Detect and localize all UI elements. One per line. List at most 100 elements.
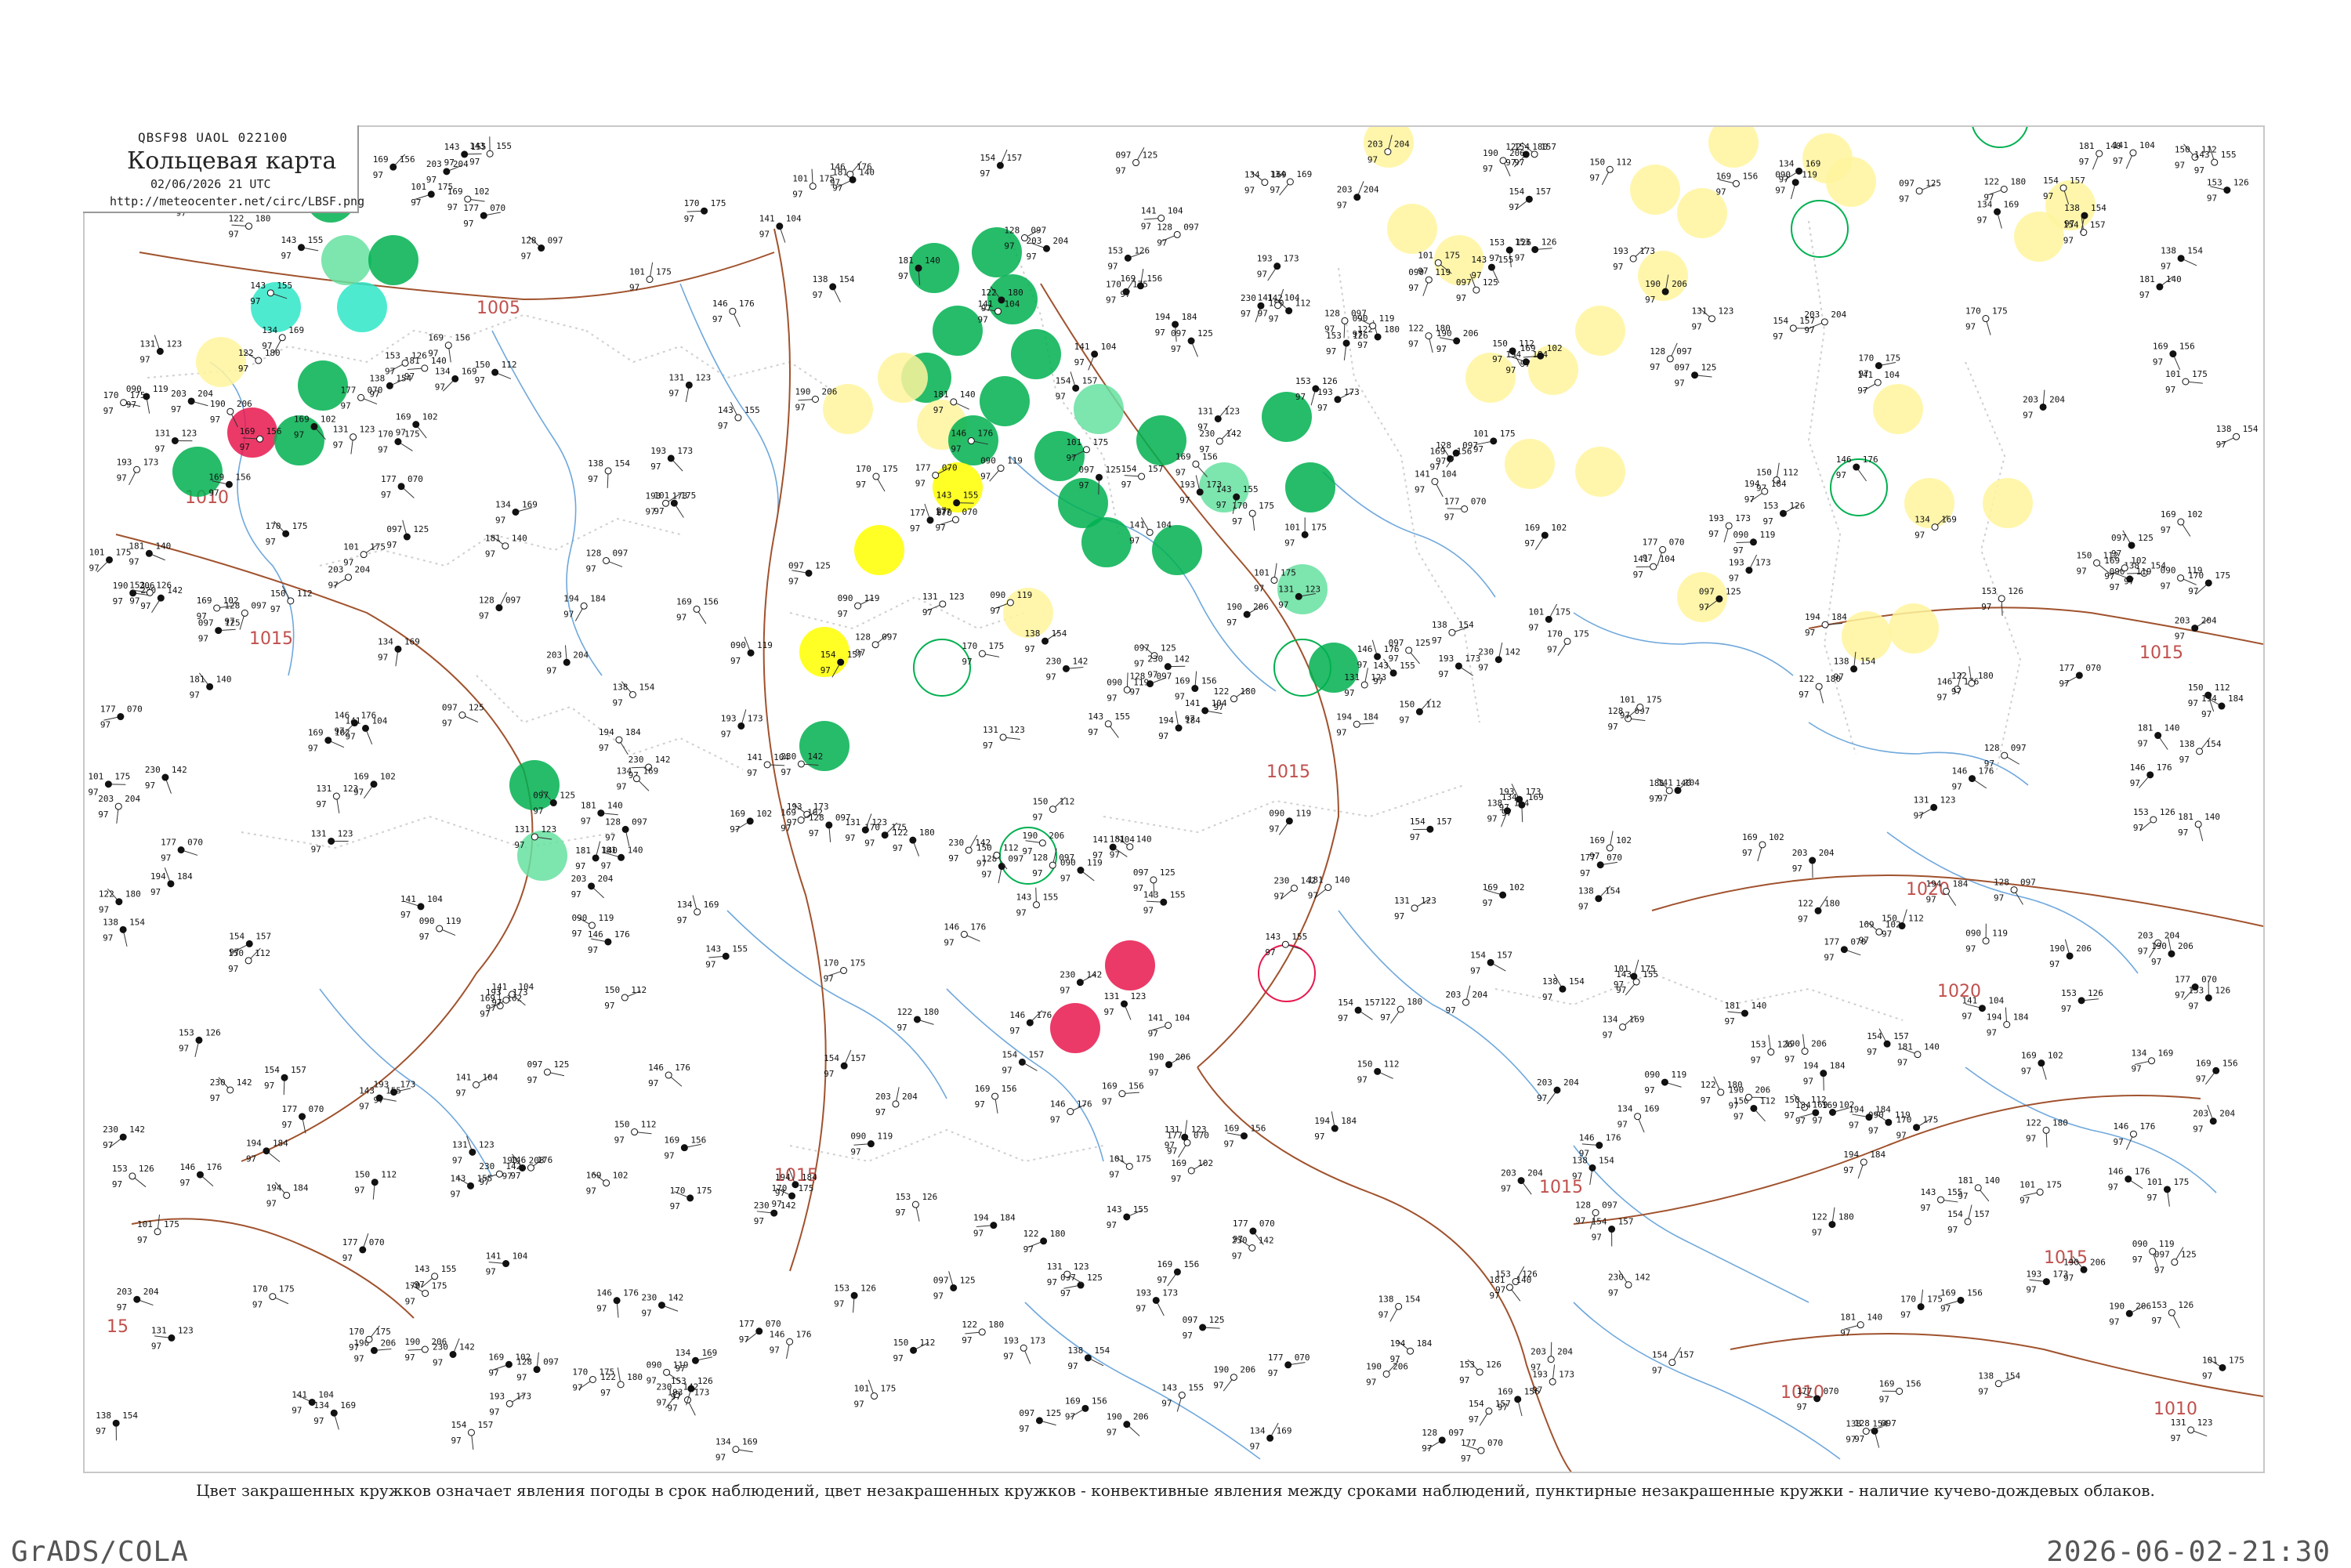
station-marker: [487, 150, 493, 157]
station-temp: 203: [171, 389, 187, 399]
station-dew: 97: [2161, 525, 2171, 535]
station-marker: [1291, 885, 1297, 891]
station-temp: 230: [1232, 1236, 1248, 1246]
map-url[interactable]: http://meteocenter.net/circ/LBSF.png: [110, 194, 364, 208]
station-marker: [1158, 215, 1165, 221]
station-marker: [1078, 867, 1084, 874]
station-dew: 97: [89, 563, 99, 573]
station-marker: [1286, 818, 1292, 824]
station-temp: 150: [604, 985, 620, 995]
station-temp: 193: [1179, 480, 1195, 490]
station-pressure: 104: [1988, 996, 2004, 1006]
station-dew: 97: [1107, 1428, 1117, 1438]
station-pressure: 169: [462, 366, 477, 376]
station-temp: 143: [415, 1264, 430, 1274]
station-pressure: 184: [1532, 349, 1548, 360]
station-temp: 154: [820, 650, 836, 660]
station-temp: 194: [1158, 715, 1174, 726]
station-dew: 97: [962, 657, 972, 667]
weather-circle: [980, 376, 1030, 426]
station-temp: 101: [2202, 1355, 2218, 1365]
station-temp: 097: [386, 524, 402, 534]
station-temp: 177: [100, 704, 116, 715]
station-dew: 97: [1232, 1251, 1242, 1262]
station-temp: 169: [373, 154, 389, 165]
station-temp: 143: [250, 281, 266, 291]
station-marker: [1197, 489, 1203, 495]
station-dew: 97: [1456, 293, 1466, 303]
station-pressure: 119: [1007, 456, 1023, 466]
station-marker: [1019, 1059, 1025, 1065]
station-marker: [120, 926, 126, 932]
station-dew: 97: [1798, 914, 1808, 924]
station-dew: 97: [1109, 1169, 1119, 1179]
station-temp: 203: [2138, 930, 2154, 940]
station-dew: 97: [915, 478, 926, 488]
station-pressure: 206: [529, 1155, 545, 1165]
station-dew: 97: [1025, 644, 1035, 654]
station-marker: [503, 997, 509, 1003]
station-plot: 12218097: [962, 1320, 1004, 1345]
station-temp: 150: [2175, 145, 2190, 155]
station-marker: [1716, 596, 1722, 602]
station-dew: 97: [1899, 194, 1909, 205]
station-pressure: 155: [2221, 150, 2237, 160]
station-dew: 97: [1542, 992, 1552, 1002]
station-pressure: 173: [1284, 254, 1299, 264]
station-marker: [288, 598, 294, 604]
station-plot: 12218097: [1812, 1208, 1854, 1238]
station-marker: [1816, 683, 1822, 690]
station-marker: [311, 423, 317, 429]
station-marker: [154, 1229, 161, 1235]
station-marker: [1914, 1124, 1920, 1131]
station-plot: 13112397: [333, 425, 375, 454]
station-plot: 16915697: [664, 1135, 706, 1161]
station-plot: 19317397: [721, 709, 763, 739]
footer-timestamp: 2026-06-02-21:30: [2046, 1536, 2331, 1568]
station-marker: [730, 308, 736, 314]
station-pressure: 142: [1072, 656, 1088, 666]
station-temp: 128: [586, 548, 602, 558]
station-pressure: 104: [1212, 698, 1227, 708]
weather-circle: [878, 353, 928, 403]
station-marker: [1050, 806, 1056, 813]
station-temp: 143: [281, 235, 296, 245]
station-plot: 19020697: [1107, 1412, 1149, 1438]
station-temp: 154: [1338, 998, 1353, 1008]
station-pressure: 097: [1156, 672, 1172, 682]
station-marker: [2224, 187, 2230, 194]
station-pressure: 173: [1639, 246, 1655, 256]
station-plot: 19418497: [1987, 1008, 2029, 1038]
station-plot: 19418497: [973, 1213, 1016, 1239]
station-marker: [398, 483, 404, 490]
station-marker: [1295, 593, 1302, 599]
station-dew: 97: [1592, 1233, 1602, 1243]
station-pressure: 204: [1473, 990, 1488, 1000]
station-pressure: 184: [1417, 1338, 1433, 1349]
station-marker: [350, 434, 357, 440]
station-dew: 97: [2175, 632, 2185, 642]
station-pressure: 112: [1519, 339, 1534, 349]
station-dew: 97: [1134, 659, 1144, 669]
weather-circle: [1387, 204, 1437, 254]
station-plot: 19020697: [353, 1338, 396, 1363]
station-dew: 97: [378, 652, 388, 662]
station-plot: 15011297: [1399, 699, 1441, 725]
station-dew: 97: [772, 1199, 782, 1209]
station-plot: 14110497: [1148, 1013, 1190, 1039]
station-plot: 14617697: [596, 1288, 639, 1318]
station-marker: [1064, 1271, 1070, 1277]
station-plot: 16910297: [2161, 509, 2203, 536]
station-temp: 122: [1380, 997, 1396, 1007]
station-marker: [502, 543, 509, 549]
station-pressure: 104: [1884, 370, 1900, 380]
station-dew: 97: [1110, 850, 1120, 860]
station-temp: 230: [479, 1161, 494, 1171]
station-dew: 97: [117, 1302, 127, 1313]
station-plot: 14617697: [770, 1329, 812, 1359]
station-marker: [605, 939, 611, 945]
station-marker: [1975, 1185, 1981, 1191]
station-temp: 090: [1408, 267, 1424, 277]
station-dew: 97: [2020, 1195, 2030, 1205]
station-plot: 20320497: [2023, 390, 2065, 421]
